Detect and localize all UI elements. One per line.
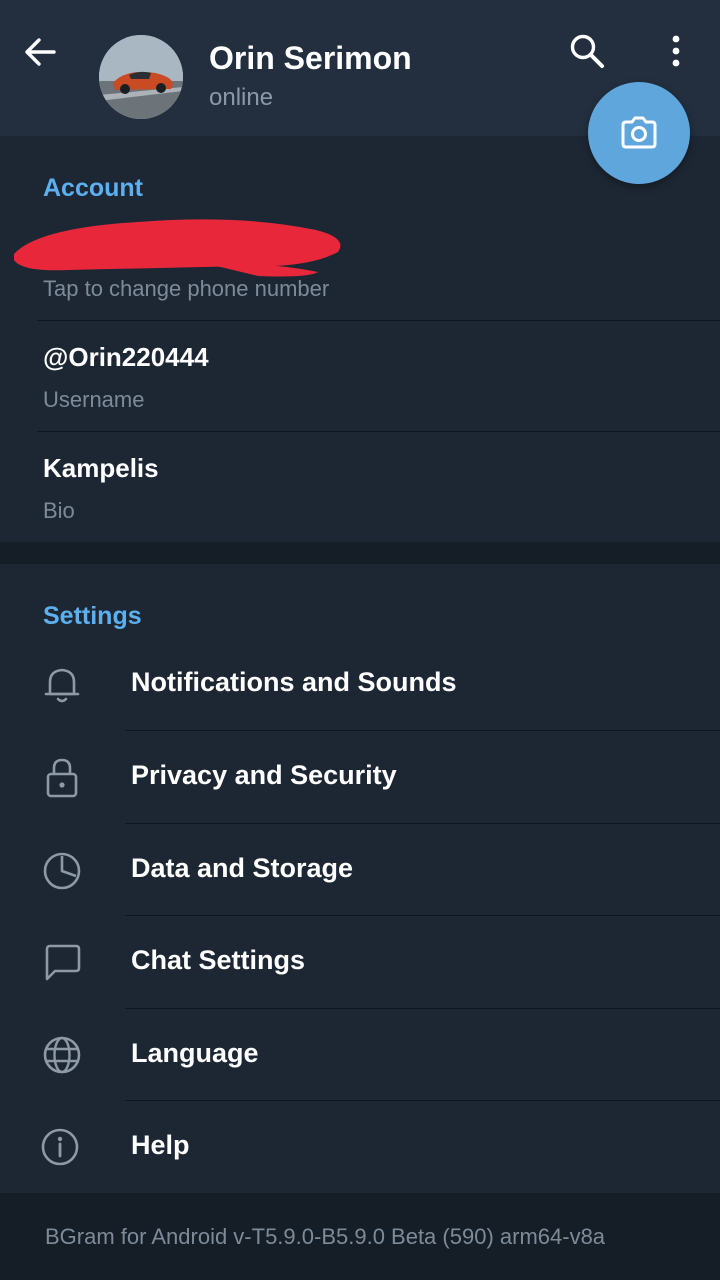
settings-item-label: Language	[131, 1038, 259, 1068]
redacted-phone-number[interactable]	[8, 208, 348, 284]
more-options-button[interactable]	[656, 28, 696, 74]
settings-item-help[interactable]: Help	[0, 1101, 720, 1194]
avatar[interactable]	[99, 35, 183, 119]
username-value[interactable]: @Orin220444	[43, 342, 209, 373]
avatar-car-image	[99, 35, 183, 119]
lock-icon	[46, 758, 78, 798]
username-label: Username	[43, 387, 145, 412]
bell-icon	[44, 668, 80, 703]
bio-label: Bio	[43, 498, 75, 523]
search-icon	[570, 34, 604, 68]
settings-item-notifications[interactable]: Notifications and Sounds	[0, 638, 720, 731]
settings-item-label: Notifications and Sounds	[131, 667, 457, 697]
info-icon	[41, 1128, 79, 1166]
settings-item-language[interactable]: Language	[0, 1009, 720, 1102]
settings-section-title: Settings	[43, 602, 142, 630]
back-button[interactable]	[18, 30, 62, 74]
divider	[37, 431, 720, 432]
chat-bubble-icon	[45, 944, 81, 981]
phone-hint: Tap to change phone number	[43, 276, 330, 301]
back-arrow-icon	[25, 38, 56, 66]
search-button[interactable]	[564, 28, 610, 74]
more-vertical-icon	[672, 35, 680, 67]
footer: BGram for Android v-T5.9.0-B5.9.0 Beta (…	[0, 1193, 720, 1280]
globe-icon	[43, 1036, 81, 1074]
account-section-title: Account	[43, 174, 143, 202]
settings-item-label: Help	[131, 1130, 190, 1160]
settings-item-privacy[interactable]: Privacy and Security	[0, 731, 720, 824]
profile-name: Orin Serimon	[209, 40, 412, 76]
settings-item-label: Data and Storage	[131, 853, 354, 883]
section-separator	[0, 542, 720, 564]
settings-item-label: Chat Settings	[131, 945, 306, 975]
bio-value[interactable]: Kampelis	[43, 453, 159, 484]
app-version-text: BGram for Android v-T5.9.0-B5.9.0 Beta (…	[45, 1224, 606, 1249]
camera-icon	[621, 116, 657, 149]
settings-item-chat-settings[interactable]: Chat Settings	[0, 916, 720, 1009]
pie-chart-icon	[43, 852, 81, 890]
settings-item-data-storage[interactable]: Data and Storage	[0, 824, 720, 917]
settings-item-label: Privacy and Security	[131, 760, 397, 790]
divider	[37, 320, 720, 321]
set-photo-button[interactable]	[588, 82, 690, 184]
online-status: online	[209, 84, 274, 111]
